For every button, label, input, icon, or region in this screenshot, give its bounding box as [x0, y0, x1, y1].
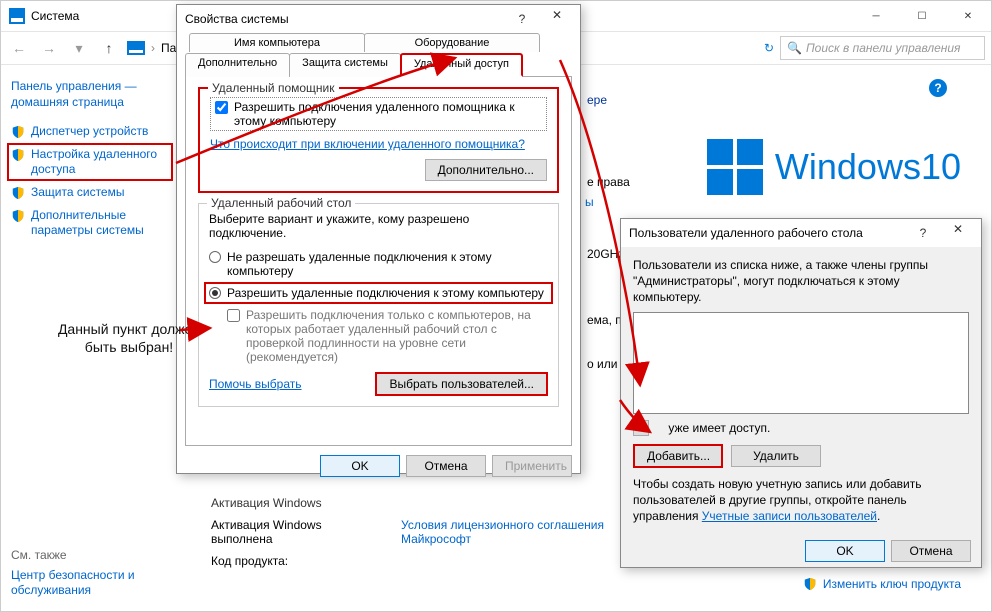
cp-home-link[interactable]: Панель управления — домашняя страница [11, 79, 169, 110]
nla-checkbox[interactable]: Разрешить подключения только с компьютер… [227, 308, 548, 364]
nav-up-icon[interactable]: ↑ [97, 36, 121, 60]
help-icon[interactable]: ? [929, 79, 947, 97]
sidebar-item-remote-settings[interactable]: Настройка удаленного доступа [7, 143, 173, 181]
checkbox-icon[interactable] [227, 309, 240, 322]
shield-icon [11, 148, 25, 162]
checkbox-label: Разрешить подключения только с компьютер… [246, 308, 548, 364]
partial-proc: 20GHz [587, 247, 624, 261]
sidebar-item-advanced-settings[interactable]: Дополнительные параметры системы [11, 208, 169, 238]
allow-remote-assistance-check[interactable]: Разрешить подключения удаленного помощни… [210, 97, 547, 131]
annotation-text: Данный пункт должен быть выбран! [54, 320, 204, 356]
dialog-title: Пользователи удаленного рабочего стола [629, 226, 907, 240]
windows10-logo: Windows10 [707, 139, 961, 195]
partial-rights: е права [587, 175, 630, 189]
system-icon [9, 8, 25, 24]
checkbox-label: Разрешить подключения удаленного помощни… [234, 100, 542, 128]
remote-assistance-group: Удаленный помощник Разрешить подключения… [198, 87, 559, 193]
select-users-button[interactable]: Выбрать пользователей... [375, 372, 548, 396]
windows-logo-icon [707, 139, 763, 195]
minimize-button[interactable]: ─ [853, 1, 899, 31]
nav-forward-icon[interactable]: → [37, 36, 61, 60]
users-intro: Пользователи из списка ниже, а также чле… [633, 257, 969, 306]
win10-num: 10 [921, 146, 961, 187]
search-placeholder: Поиск в панели управления [806, 41, 961, 55]
radio-dont-allow[interactable]: Не разрешать удаленные подключения к это… [209, 250, 548, 278]
radio-icon [209, 251, 221, 263]
radio-icon [209, 287, 221, 299]
group-title: Удаленный помощник [208, 81, 339, 95]
address-icon [127, 41, 145, 55]
shield-icon [803, 577, 817, 591]
nav-recent-icon[interactable]: ▾ [67, 36, 91, 60]
partial-heading: ере [587, 93, 607, 107]
radio-label: Разрешить удаленные подключения к этому … [227, 286, 544, 300]
ok-button[interactable]: OK [805, 540, 885, 562]
maximize-button[interactable]: ☐ [899, 1, 945, 31]
sidebar-item-label: Защита системы [31, 185, 124, 200]
search-icon: 🔍 [787, 41, 802, 55]
help-choose-link[interactable]: Помочь выбрать [209, 377, 302, 391]
sidebar-item-label: Диспетчер устройств [31, 124, 148, 139]
addr-sep-icon: › [151, 41, 155, 55]
cancel-button[interactable]: Отмена [891, 540, 971, 562]
radio-label: Не разрешать удаленные подключения к это… [227, 250, 548, 278]
sidebar-item-label: Дополнительные параметры системы [31, 208, 169, 238]
shield-icon [11, 125, 25, 139]
refresh-icon[interactable]: ↻ [764, 41, 774, 55]
apply-button: Применить [492, 455, 572, 477]
ok-button[interactable]: OK [320, 455, 400, 477]
tab-hardware[interactable]: Оборудование [364, 33, 540, 52]
group-title: Удаленный рабочий стол [207, 196, 355, 210]
product-code-label: Код продукта: [211, 554, 381, 568]
user-icon [633, 420, 649, 436]
checkbox-icon[interactable] [215, 101, 228, 114]
tab-advanced[interactable]: Дополнительно [185, 53, 290, 77]
tab-system-protection[interactable]: Защита системы [289, 53, 401, 77]
partial-pen: о или [587, 357, 617, 371]
remote-desktop-group: Удаленный рабочий стол Выберите вариант … [198, 203, 559, 407]
already-has-access: уже имеет доступ. [668, 421, 770, 435]
advanced-button[interactable]: Дополнительно... [425, 159, 547, 181]
sidebar-footer-link[interactable]: Центр безопасности и обслуживания [11, 568, 169, 599]
sidebar-item-system-protection[interactable]: Защита системы [11, 185, 169, 200]
dialog-close-button[interactable]: ✕ [538, 8, 576, 30]
dialog-help-button[interactable]: ? [907, 226, 939, 240]
tab-remote[interactable]: Удаленный доступ [400, 53, 523, 77]
dialog-tabs: Имя компьютера Оборудование Дополнительн… [177, 33, 580, 77]
user-accounts-link[interactable]: Учетные записи пользователей [702, 509, 877, 523]
users-listbox[interactable] [633, 312, 969, 414]
radio-allow-remote[interactable]: Разрешить удаленные подключения к этому … [204, 282, 553, 304]
shield-icon [11, 209, 25, 223]
sidebar-item-device-manager[interactable]: Диспетчер устройств [11, 124, 169, 139]
group-prompt: Выберите вариант и укажите, кому разреше… [209, 212, 548, 240]
dialog-help-button[interactable]: ? [506, 12, 538, 26]
sidebar-footer-heading: См. также [11, 548, 169, 562]
cancel-button[interactable]: Отмена [406, 455, 486, 477]
activation-status: Активация Windows выполнена [211, 518, 381, 546]
dialog-title: Свойства системы [185, 12, 506, 26]
rdp-users-dialog: Пользователи удаленного рабочего стола ?… [620, 218, 982, 568]
sidebar-item-label: Настройка удаленного доступа [31, 147, 169, 177]
change-product-key-link[interactable]: Изменить ключ продукта [823, 577, 961, 591]
add-button[interactable]: Добавить... [633, 444, 723, 468]
remote-assistance-help-link[interactable]: Что происходит при включении удаленного … [210, 137, 525, 151]
remove-button[interactable]: Удалить [731, 445, 821, 467]
search-input[interactable]: 🔍 Поиск в панели управления [780, 36, 985, 60]
system-properties-dialog: Свойства системы ? ✕ Имя компьютера Обор… [176, 4, 581, 474]
shield-icon [11, 186, 25, 200]
nav-back-icon[interactable]: ← [7, 36, 31, 60]
win10-text: Windows [775, 146, 921, 187]
license-terms-link[interactable]: Условия лицензионного соглашения Майкрос… [401, 518, 621, 546]
tab-computer-name[interactable]: Имя компьютера [189, 33, 365, 52]
dialog-close-button[interactable]: ✕ [939, 222, 977, 244]
close-button[interactable]: ✕ [945, 1, 991, 31]
partial-mem: ема, п [587, 313, 622, 327]
change-params-link[interactable]: ы [585, 195, 594, 209]
